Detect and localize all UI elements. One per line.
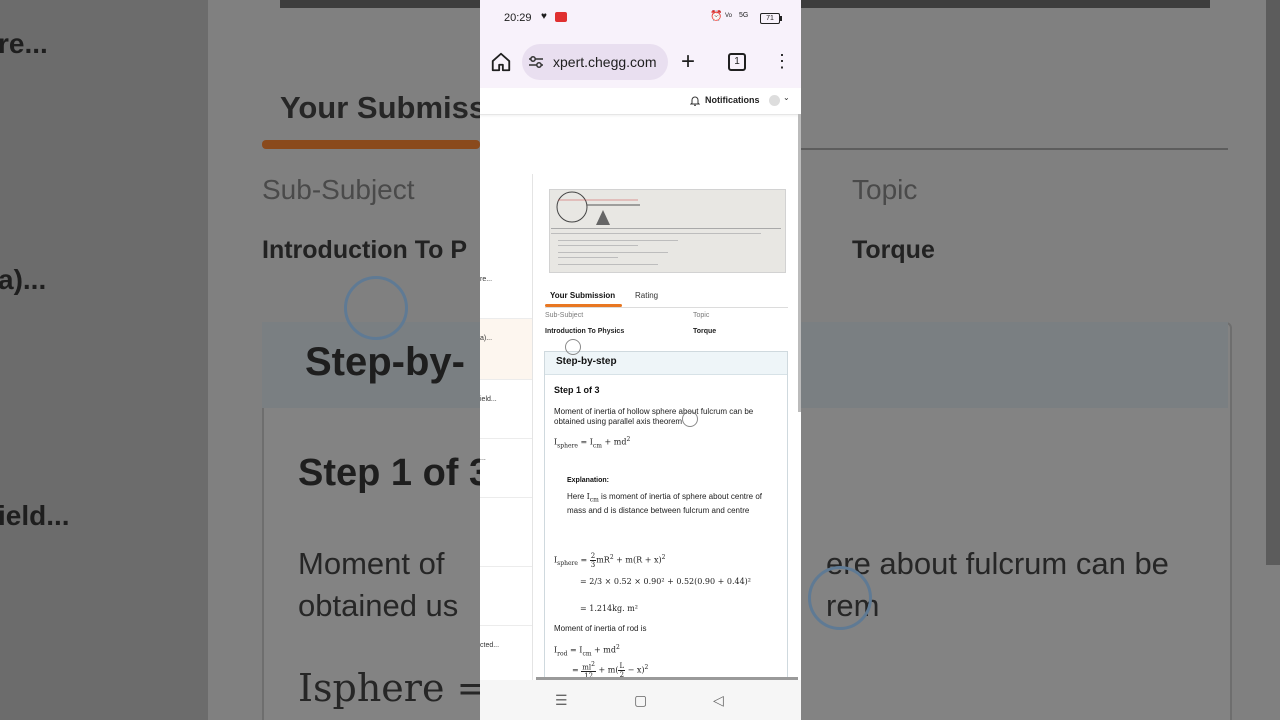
list-item-label: ... [480,455,486,462]
list-item-label: a)... [480,335,493,342]
status-bar: 20:29 ♥ ⏰ Vo 5G 71 [480,0,801,38]
rod-formula: Irod = Icm + md2 [554,644,620,658]
list-item[interactable]: re... [480,260,532,319]
touch-indicator [682,411,698,427]
system-navigation-bar: ☰ ▢ ◁ [480,680,801,720]
bg-topic-label: Topic [852,174,918,205]
tab-your-submission[interactable]: Your Submission [550,291,615,300]
back-icon[interactable]: ◁ [713,692,724,709]
topic-value: Torque [693,328,717,335]
step-label: Step 1 of 3 [554,385,600,395]
page-scrollbar[interactable] [798,114,801,412]
bg-scrollbar [1266,0,1280,565]
bg-step-label: Step 1 of 3 [298,452,491,494]
submission-tabs: Your Submission Rating [545,289,788,308]
volte-icon: Vo [725,13,733,19]
list-item[interactable] [480,567,532,626]
solution-title: Step-by-step [556,356,617,367]
intro-text: Moment of inertia of hollow sphere about… [554,407,754,426]
bg-tab-underline [262,140,480,149]
list-item-label: ield... [480,396,497,403]
bg-fragment: a)... [0,264,47,295]
bg-sub-subject-value: Introduction To P [262,236,468,264]
topic-label: Topic [693,312,710,319]
home-icon[interactable] [490,51,512,73]
calc-step-1: Isphere = 2 3 mR2 + m(R + x)2 [554,552,666,569]
bg-topic-value: Torque [852,236,935,264]
active-tab-indicator [545,304,622,307]
bg-text-line: Moment of [298,546,445,581]
url-text: xpert.chegg.com [553,54,657,70]
bg-text-line: ere about fulcrum can be [826,546,1169,581]
list-item[interactable]: a)... [480,319,532,380]
notifications-link[interactable]: Notifications [705,95,760,105]
bg-fragment: ield... [0,500,70,531]
touch-indicator [565,339,581,355]
recent-apps-icon[interactable]: ☰ [555,692,568,709]
icm-symbol: Icm [586,492,599,504]
bg-tab-label: Your Submiss [280,90,487,125]
status-time: 20:29 [504,12,532,24]
home-nav-icon[interactable]: ▢ [634,692,647,709]
solution-card: Step-by-step Step 1 of 3 Moment of inert… [544,351,788,680]
tab-switcher-button[interactable]: 1 [728,53,746,71]
new-tab-icon[interactable]: + [681,50,695,74]
tab-rating[interactable]: Rating [635,291,658,300]
list-item[interactable] [480,498,532,567]
list-item-label: re... [480,276,493,283]
main-content: Your Submission Rating Sub-Subject Topic… [540,114,792,680]
rod-text: Moment of inertia of rod is [554,624,647,633]
heart-icon: ♥ [541,11,547,22]
bg-touch-indicator [808,566,872,630]
question-image[interactable] [549,189,786,273]
list-item[interactable]: ... [480,439,532,498]
address-bar[interactable]: xpert.chegg.com [522,44,668,80]
bg-card-title: Step-by- [305,340,465,384]
formula-parallel-axis: Isphere = Icm + md2 [554,436,631,450]
bg-touch-indicator [344,276,408,340]
alarm-icon: ⏰ [710,11,723,22]
list-item[interactable]: ield... [480,380,532,439]
sub-subject-label: Sub-Subject [545,312,584,319]
calc-step-2: = 2/3 × 0.52 × 0.90² + 0.52(0.90 + 0.44)… [580,577,751,586]
list-item[interactable]: cted... [480,626,532,681]
bg-sidebar-fragments: re... a)... ield... [0,0,208,720]
solution-card-header: Step-by-step [545,352,787,375]
list-item-label: cted... [480,642,500,649]
question-diagram [551,191,781,265]
bg-fragment: re... [0,28,48,59]
battery-icon: 71 [760,13,782,24]
sub-subject-value: Introduction To Physics [545,328,625,335]
bell-icon[interactable] [690,95,700,106]
explanation-text: Here Icm is moment of inertia of sphere … [567,492,777,516]
signal-icon: 5G [739,12,749,19]
explanation-title: Explanation: [567,477,610,484]
more-menu-icon[interactable]: ⋮ [773,51,791,71]
bg-sub-subject-label: Sub-Subject [262,174,415,205]
explanation-text-pre: Here [567,492,585,501]
bg-text-line: obtained us [298,588,459,623]
question-list-sidebar: re... a)... ield... ... cted... [480,174,533,681]
chevron-down-icon[interactable]: ⌄ [783,93,790,102]
site-settings-icon[interactable] [528,54,544,70]
site-header: Notifications ⌄ [480,88,801,115]
calc-step-3: = 1.214kg. m² [580,604,638,613]
avatar[interactable] [769,95,780,106]
browser-toolbar: xpert.chegg.com + 1 ⋮ [480,38,801,88]
youtube-icon [555,12,567,22]
phone-screen: 20:29 ♥ ⏰ Vo 5G 71 xpert.chegg.com + 1 ⋮ [480,0,801,720]
